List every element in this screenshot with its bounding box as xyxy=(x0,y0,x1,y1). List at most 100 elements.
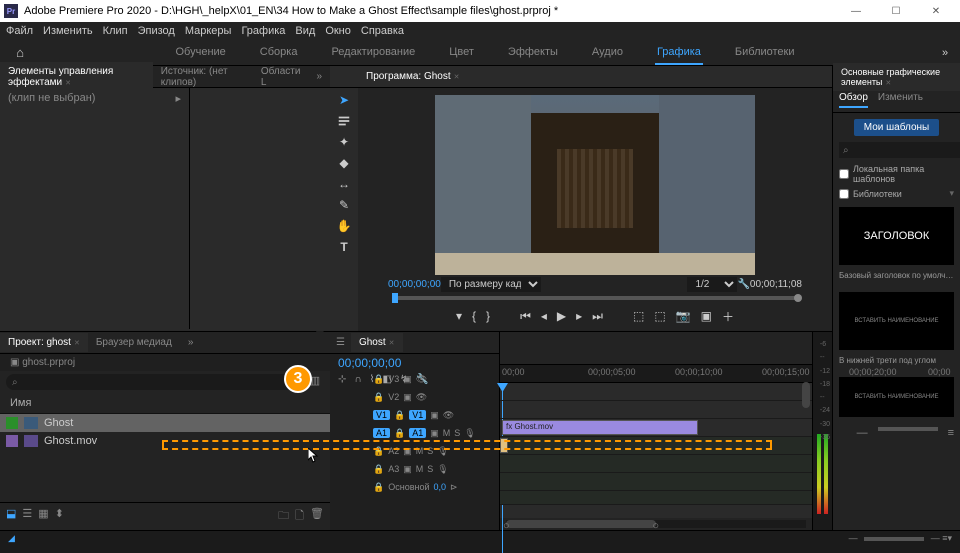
menu-clip[interactable]: Клип xyxy=(103,25,128,37)
menu-edit[interactable]: Изменить xyxy=(43,25,93,37)
project-item-sequence[interactable]: Ghost xyxy=(0,414,330,432)
tl-magnet-icon[interactable]: ∩ xyxy=(354,374,361,385)
my-templates-button[interactable]: Мои шаблоны xyxy=(854,119,939,136)
timeline-ruler[interactable]: 00;00 00;00;05;00 00;00;10;00 00;00;15;0… xyxy=(500,365,812,383)
tab-effect-controls[interactable]: Элементы управления эффектами xyxy=(0,62,153,92)
tab-lumetri-regions[interactable]: Области L xyxy=(253,62,309,92)
go-to-out-icon[interactable]: ⏭ xyxy=(592,309,603,324)
hand-tool-icon[interactable]: ✋ xyxy=(334,217,354,235)
tab-sequence[interactable]: Ghost xyxy=(351,333,403,352)
tab-project-overflow[interactable]: » xyxy=(180,333,202,352)
program-tc-left[interactable]: 00;00;00;00 xyxy=(388,279,441,290)
selection-tool-icon[interactable]: ➤ xyxy=(334,91,354,109)
eg-tab-edit[interactable]: Изменить xyxy=(878,92,923,108)
program-canvas[interactable] xyxy=(435,95,755,275)
workspace-libraries[interactable]: Библиотеки xyxy=(733,41,797,65)
mark-out-icon[interactable]: } xyxy=(486,309,490,323)
add-button-icon[interactable]: ＋ xyxy=(722,308,734,325)
eg-template-thumb[interactable]: ЗАГОЛОВОК xyxy=(839,207,954,265)
tl-menu-icon[interactable]: ☰ xyxy=(330,337,351,348)
comparison-icon[interactable]: ▣ xyxy=(701,309,712,323)
chevron-down-icon[interactable]: ▾ xyxy=(949,188,954,199)
status-overflow-icon[interactable]: ≡▾ xyxy=(942,533,952,543)
proj-new-item-icon[interactable]: 🗋 xyxy=(295,507,304,526)
polygon-tool-icon[interactable]: ✎ xyxy=(334,196,354,214)
timeline-timecode[interactable]: 00;00;00;00 xyxy=(338,356,401,370)
proj-view-list-icon[interactable]: ⬓ xyxy=(6,507,16,526)
tab-media-browser[interactable]: Браузер медиад xyxy=(88,333,180,352)
home-button[interactable]: ⌂ xyxy=(0,45,40,60)
export-frame-icon[interactable]: 📷 xyxy=(676,309,691,323)
menu-markers[interactable]: Маркеры xyxy=(185,25,232,37)
menu-help[interactable]: Справка xyxy=(361,25,404,37)
marker-icon[interactable]: ▾ xyxy=(456,309,462,323)
proj-sort-icon[interactable]: ⬍ xyxy=(55,507,64,526)
proj-delete-icon[interactable]: 🗑 xyxy=(310,507,324,526)
rectangle-tool-icon[interactable]: ◆ xyxy=(334,154,354,172)
eg-search-input[interactable] xyxy=(839,142,960,158)
timeline-clip-video[interactable]: fx Ghost.mov xyxy=(502,420,698,435)
menu-view[interactable]: Вид xyxy=(295,25,315,37)
proj-view-freeform-icon[interactable]: ▦ xyxy=(38,507,48,526)
menu-file[interactable]: Файл xyxy=(6,25,33,37)
tab-overflow[interactable]: » xyxy=(308,67,330,86)
workspace-editing[interactable]: Редактирование xyxy=(329,41,417,65)
timeline-v-scrollbar[interactable] xyxy=(802,382,810,510)
eg-zoom-in-icon[interactable]: ≡ xyxy=(948,427,954,439)
track-header-v1[interactable]: V1🔒V1▣👁 xyxy=(369,406,499,424)
scroll-thumb[interactable]: ○○ xyxy=(506,520,656,528)
menu-sequence[interactable]: Эпизод xyxy=(138,25,175,37)
wrench-icon[interactable]: 🔧 xyxy=(737,279,749,290)
track-header-v3[interactable]: 🔒V3▣👁 xyxy=(369,370,499,388)
window-maximize-button[interactable]: ☐ xyxy=(876,0,916,22)
step-fwd-icon[interactable]: ▸ xyxy=(576,309,582,323)
eg-tab-browse[interactable]: Обзор xyxy=(839,92,868,108)
track-header-master[interactable]: 🔒Основной0,0⊳ xyxy=(369,478,499,496)
tl-snap-icon[interactable]: ⊹ xyxy=(338,374,346,385)
window-close-button[interactable]: ✕ xyxy=(916,0,956,22)
status-left-icon[interactable]: ◢ xyxy=(8,533,15,543)
workspace-effects[interactable]: Эффекты xyxy=(506,41,560,65)
proj-new-bin-icon[interactable]: 🗀 xyxy=(278,507,289,526)
workspace-color[interactable]: Цвет xyxy=(447,41,476,65)
status-zoom-in-icon[interactable]: — xyxy=(931,533,940,543)
play-icon[interactable]: ▶ xyxy=(557,309,566,323)
status-zoom-out-icon[interactable]: — xyxy=(849,533,858,543)
program-zoom-select[interactable]: По размеру кадра xyxy=(441,277,541,292)
extract-icon[interactable]: ⬚ xyxy=(654,309,665,323)
type-tool-icon[interactable]: T xyxy=(334,238,354,256)
tab-essential-graphics[interactable]: Основные графические элементы xyxy=(833,63,960,91)
track-header-a3[interactable]: 🔒A3▣MS🎙 xyxy=(369,460,499,478)
workspace-audio[interactable]: Аудио xyxy=(590,41,625,65)
tab-project[interactable]: Проект: ghost xyxy=(0,333,88,352)
workspace-overflow-button[interactable]: » xyxy=(930,47,960,59)
step-back-icon[interactable]: ◂ xyxy=(541,309,547,323)
proj-view-icon[interactable]: ☰ xyxy=(22,507,32,526)
tab-program[interactable]: Программа: Ghost xyxy=(358,67,468,86)
ellipse-tool-icon[interactable]: ↔ xyxy=(334,175,354,193)
eg-zoom-out-icon[interactable]: — xyxy=(857,427,868,439)
eg-template-thumb[interactable]: ВСТАВИТЬ НАИМЕНОВАНИЕ xyxy=(839,377,954,417)
go-to-in-icon[interactable]: ⏮ xyxy=(520,309,531,324)
status-zoom-slider[interactable] xyxy=(864,537,924,541)
project-column-name[interactable]: Имя xyxy=(0,393,330,414)
workspace-graphics[interactable]: Графика xyxy=(655,41,703,65)
mark-in-icon[interactable]: { xyxy=(472,309,476,323)
menu-graphics[interactable]: Графика xyxy=(241,25,285,37)
timeline-tracks[interactable]: fx Ghost.mov xyxy=(500,383,812,518)
track-header-v2[interactable]: 🔒V2▣👁 xyxy=(369,388,499,406)
project-search-input[interactable] xyxy=(6,374,306,390)
menu-window[interactable]: Окно xyxy=(325,25,351,37)
program-resolution-select[interactable]: 1/2 xyxy=(687,277,737,292)
eg-template-thumb[interactable]: ВСТАВИТЬ НАИМЕНОВАНИЕ xyxy=(839,292,954,350)
pen-tool-icon[interactable]: ✦ xyxy=(334,133,354,151)
vertical-type-tool-icon[interactable] xyxy=(334,112,354,130)
timeline-h-scrollbar[interactable]: ○○ xyxy=(506,520,806,528)
program-scrub-bar[interactable] xyxy=(378,292,812,304)
eg-check-libraries[interactable]: Библиотеки▾ xyxy=(833,186,960,201)
lift-icon[interactable]: ⬚ xyxy=(633,309,644,323)
window-minimize-button[interactable]: — xyxy=(836,0,876,22)
tab-source[interactable]: Источник: (нет клипов) xyxy=(153,62,253,92)
scrub-handle[interactable] xyxy=(794,294,802,302)
eg-check-local[interactable]: Локальная папка шаблонов xyxy=(833,162,960,186)
